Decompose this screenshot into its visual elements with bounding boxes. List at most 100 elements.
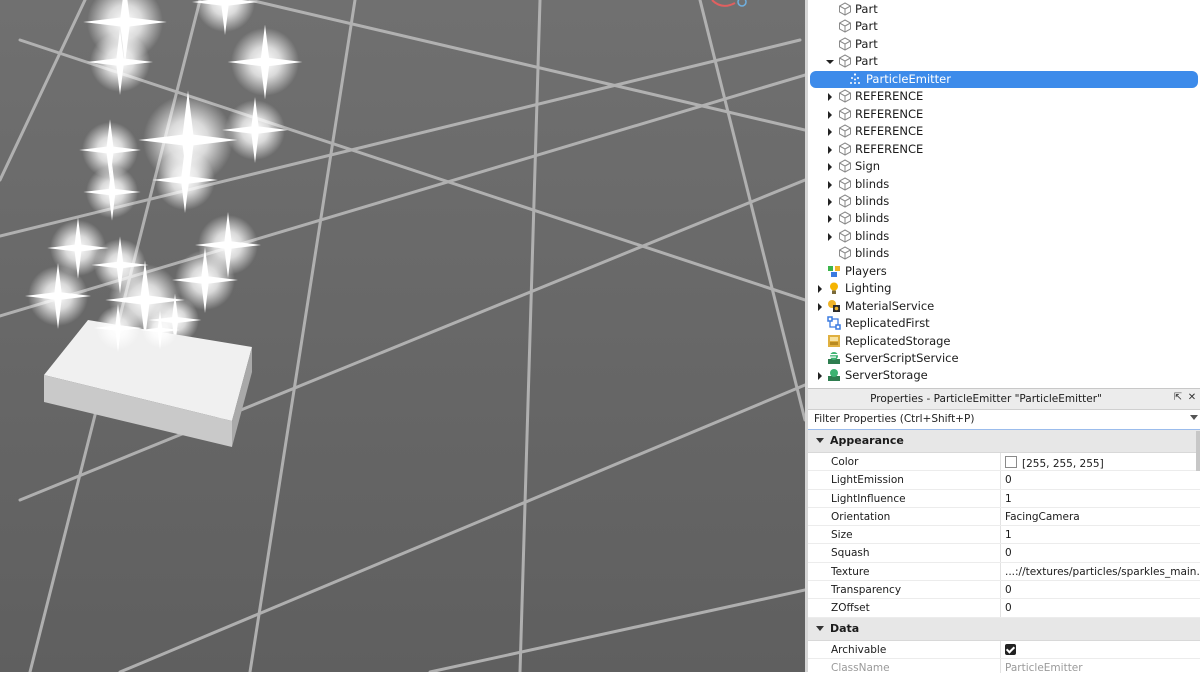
column-divider[interactable] [1000, 658, 1001, 673]
collapsed-arrow-icon[interactable] [826, 145, 834, 154]
tree-item[interactable]: ServerStorage [808, 367, 1200, 384]
property-value[interactable]: 1 [1005, 529, 1012, 541]
collapsed-arrow-icon[interactable] [826, 128, 834, 137]
expanded-arrow-icon[interactable] [826, 58, 834, 66]
tree-item[interactable]: Lighting [808, 280, 1200, 297]
column-divider[interactable] [1000, 581, 1001, 599]
tree-item[interactable]: Part [808, 1, 1200, 18]
property-value[interactable]: ...://textures/particles/sparkles_main.d… [1005, 566, 1200, 578]
filter-placeholder: Filter Properties (Ctrl+Shift+P) [814, 413, 975, 425]
collapsed-arrow-icon[interactable] [826, 232, 834, 241]
tree-item-label: REFERENCE [855, 124, 924, 139]
collapsed-arrow-icon[interactable] [826, 215, 834, 224]
collapsed-arrow-icon[interactable] [826, 163, 834, 172]
property-value[interactable]: FacingCamera [1005, 511, 1080, 523]
color-swatch[interactable] [1005, 456, 1017, 468]
property-row-zoffset[interactable]: ZOffset 0 [808, 599, 1200, 618]
close-icon[interactable]: ✕ [1186, 392, 1198, 404]
property-value[interactable]: 0 [1005, 474, 1012, 486]
tree-item[interactable]: Sign [808, 158, 1200, 175]
column-divider[interactable] [1000, 526, 1001, 544]
property-value[interactable]: 1 [1005, 493, 1012, 505]
tree-item[interactable]: Part [808, 18, 1200, 35]
section-collapse-icon[interactable] [816, 625, 824, 631]
properties-header: Properties - ParticleEmitter "ParticleEm… [808, 389, 1200, 410]
collapsed-arrow-icon[interactable] [826, 180, 834, 189]
tree-item-label: Lighting [845, 281, 892, 296]
property-row-size[interactable]: Size 1 [808, 526, 1200, 545]
collapsed-arrow-icon[interactable] [816, 302, 824, 311]
collapsed-arrow-icon[interactable] [826, 93, 834, 102]
tree-item-label: blinds [855, 246, 890, 261]
tree-item[interactable]: ReplicatedStorage [808, 333, 1200, 350]
tree-item[interactable]: REFERENCE [808, 141, 1200, 158]
properties-panel: Properties - ParticleEmitter "ParticleEm… [808, 388, 1200, 673]
tree-item-label: Part [855, 2, 878, 16]
section-collapse-icon[interactable] [816, 438, 824, 443]
section-appearance[interactable]: Appearance [808, 430, 1200, 453]
tree-item[interactable]: blinds [808, 210, 1200, 227]
properties-body: Appearance Color [255, 255, 255] LightEmiss… [808, 430, 1200, 673]
tree-item[interactable]: MaterialService [808, 298, 1200, 315]
column-divider[interactable] [1000, 471, 1001, 489]
property-row-color[interactable]: Color [255, 255, 255] [808, 453, 1200, 472]
tree-item-label: Part [855, 36, 878, 51]
property-row-squash[interactable]: Squash 0 [808, 544, 1200, 563]
property-row-classname[interactable]: ClassName ParticleEmitter [808, 658, 1200, 673]
column-divider[interactable] [1000, 453, 1001, 471]
tree-item[interactable]: REFERENCE [808, 106, 1200, 123]
property-name: Squash [831, 547, 870, 560]
collapsed-arrow-icon[interactable] [816, 285, 824, 294]
viewport-scene[interactable] [0, 0, 805, 672]
tree-item[interactable]: Part [808, 53, 1200, 70]
property-value[interactable]: 0 [1005, 584, 1012, 596]
particle-emitter-icon [848, 72, 862, 86]
collapsed-arrow-icon[interactable] [816, 372, 824, 381]
tree-item[interactable]: REFERENCE [808, 88, 1200, 105]
tree-item[interactable]: blinds [808, 228, 1200, 245]
tree-item-label: Part [855, 54, 878, 69]
tree-item-label: REFERENCE [855, 106, 924, 121]
tree-item[interactable]: blinds [808, 193, 1200, 210]
property-value-text: 0 [1005, 584, 1012, 597]
property-value[interactable] [1005, 643, 1016, 657]
property-value[interactable]: ParticleEmitter [1005, 662, 1083, 673]
column-divider[interactable] [1000, 544, 1001, 562]
property-row-lightinfluence[interactable]: LightInfluence 1 [808, 489, 1200, 508]
tree-item[interactable]: blinds [808, 245, 1200, 262]
property-row-texture[interactable]: Texture ...://textures/particles/sparkles… [808, 562, 1200, 582]
property-row-archivable[interactable]: Archivable [808, 640, 1200, 659]
column-divider[interactable] [1000, 562, 1001, 581]
3d-viewport[interactable] [0, 0, 805, 672]
property-value[interactable]: [255, 255, 255] [1005, 456, 1104, 470]
replicated-first-icon [827, 316, 841, 330]
property-value[interactable]: 0 [1005, 547, 1012, 559]
undock-icon[interactable]: ⇱ [1172, 392, 1184, 404]
filter-properties-input[interactable]: Filter Properties (Ctrl+Shift+P) [808, 410, 1200, 430]
tree-item[interactable]: Players [808, 263, 1200, 280]
part-icon [838, 89, 852, 103]
tree-item-selected[interactable]: ParticleEmitter [810, 70, 1198, 89]
tree-item[interactable]: Part [808, 36, 1200, 53]
column-divider[interactable] [1000, 507, 1001, 526]
tree-item-label: blinds [855, 193, 890, 208]
property-row-orientation[interactable]: Orientation FacingCamera [808, 507, 1200, 527]
tree-item[interactable]: REFERENCE [808, 123, 1200, 140]
collapsed-arrow-icon[interactable] [826, 110, 834, 119]
column-divider[interactable] [1000, 599, 1001, 617]
column-divider[interactable] [1000, 640, 1001, 658]
tree-item[interactable]: ReplicatedFirst [808, 315, 1200, 332]
tree-item[interactable]: ServerScriptService [808, 350, 1200, 367]
tree-item-label: REFERENCE [855, 141, 924, 156]
server-storage-icon [827, 368, 841, 382]
property-row-lightemission[interactable]: LightEmission 0 [808, 471, 1200, 490]
property-row-transparency[interactable]: Transparency 0 [808, 581, 1200, 600]
archivable-checkbox[interactable] [1005, 643, 1016, 655]
section-data[interactable]: Data [808, 617, 1200, 641]
collapsed-arrow-icon[interactable] [826, 197, 834, 206]
filter-dropdown-icon[interactable] [1190, 415, 1198, 420]
column-divider[interactable] [1000, 489, 1001, 507]
property-value[interactable]: 0 [1005, 602, 1012, 614]
properties-scrollbar[interactable] [1196, 431, 1200, 471]
tree-item[interactable]: blinds [808, 176, 1200, 193]
